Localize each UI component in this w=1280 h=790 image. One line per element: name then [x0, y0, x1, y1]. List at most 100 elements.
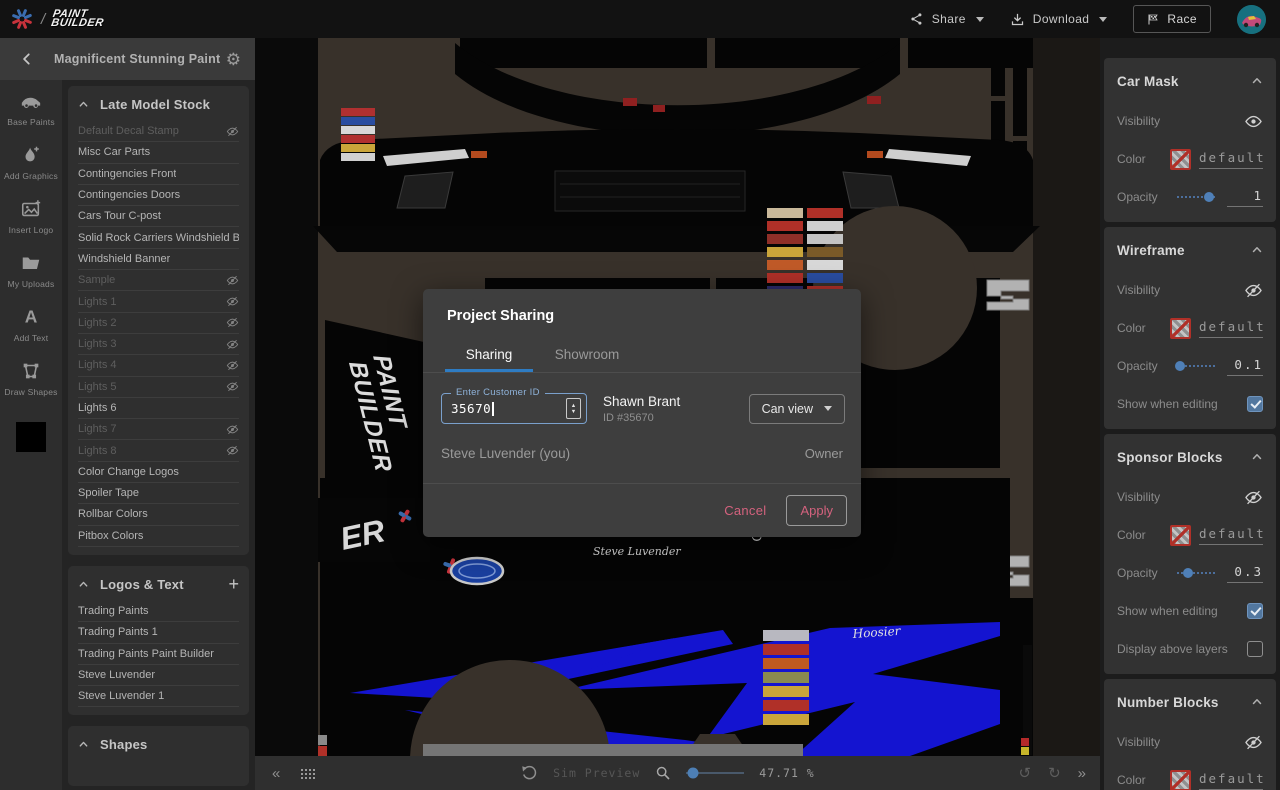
layer-item[interactable]: Lights 7: [78, 419, 239, 440]
opacity-slider-thumb[interactable]: [1183, 568, 1193, 578]
layer-item[interactable]: Lights 1: [78, 291, 239, 312]
layer-item[interactable]: Lights 5: [78, 377, 239, 398]
checkbox-checked[interactable]: [1247, 396, 1263, 412]
hidden-eye-icon[interactable]: [226, 423, 239, 436]
color-swatch[interactable]: [1170, 770, 1191, 790]
zoom-slider[interactable]: [686, 767, 744, 779]
layer-item[interactable]: Trading Paints 1: [78, 622, 239, 643]
layer-item[interactable]: Lights 8: [78, 440, 239, 461]
color-swatch[interactable]: [1170, 318, 1191, 339]
layer-item[interactable]: Cars Tour C-post: [78, 206, 239, 227]
hidden-eye-icon[interactable]: [1244, 488, 1263, 507]
add-layer-icon[interactable]: +: [228, 575, 239, 593]
zoom-magnifier-icon[interactable]: [655, 765, 671, 781]
layer-item[interactable]: Spoiler Tape: [78, 483, 239, 504]
customer-id-input[interactable]: Enter Customer ID 35670 ▲ ▼: [441, 393, 587, 424]
undo-icon[interactable]: ↺: [1019, 766, 1032, 781]
number-spinner[interactable]: ▲ ▼: [566, 398, 581, 419]
color-value[interactable]: default: [1199, 526, 1263, 545]
chevron-up-icon[interactable]: [1251, 696, 1263, 708]
spinner-down-icon[interactable]: ▼: [571, 409, 576, 415]
opacity-slider[interactable]: [1177, 191, 1215, 203]
redo-icon[interactable]: ↻: [1048, 766, 1061, 781]
section-header[interactable]: Late Model Stock: [78, 88, 239, 121]
rail-item-my-uploads[interactable]: My Uploads: [8, 252, 55, 289]
tab-sharing[interactable]: Sharing: [445, 338, 533, 372]
opacity-slider-thumb[interactable]: [1175, 361, 1185, 371]
hidden-eye-icon[interactable]: [226, 359, 239, 372]
chevron-up-icon[interactable]: [1251, 75, 1263, 87]
layer-item[interactable]: Lights 3: [78, 334, 239, 355]
current-color-swatch[interactable]: [16, 422, 46, 452]
layer-item[interactable]: Windshield Banner: [78, 249, 239, 270]
visible-eye-icon[interactable]: [1244, 112, 1263, 131]
opacity-value[interactable]: 0.1: [1227, 357, 1263, 376]
hidden-eye-icon[interactable]: [226, 316, 239, 329]
avatar[interactable]: [1237, 5, 1266, 34]
hidden-eye-icon[interactable]: [226, 125, 239, 138]
color-value[interactable]: default: [1199, 150, 1263, 169]
checkbox-unchecked[interactable]: [1247, 641, 1263, 657]
layer-item[interactable]: Lights 2: [78, 313, 239, 334]
section-header[interactable]: Shapes: [78, 728, 239, 761]
zoom-slider-thumb[interactable]: [688, 768, 699, 779]
hidden-eye-icon[interactable]: [226, 295, 239, 308]
layer-item[interactable]: Contingencies Front: [78, 164, 239, 185]
rail-item-insert-logo[interactable]: Insert Logo: [9, 198, 54, 235]
tab-showroom[interactable]: Showroom: [543, 338, 631, 372]
hidden-eye-icon[interactable]: [226, 444, 239, 457]
layer-item[interactable]: Contingencies Doors: [78, 185, 239, 206]
hidden-eye-icon[interactable]: [226, 338, 239, 351]
brand[interactable]: / PAINT BUILDER: [0, 7, 105, 31]
race-button[interactable]: Race: [1133, 5, 1211, 33]
opacity-slider[interactable]: [1177, 567, 1215, 579]
color-value[interactable]: default: [1199, 319, 1263, 338]
hidden-eye-icon[interactable]: [226, 274, 239, 287]
apply-button[interactable]: Apply: [786, 495, 847, 526]
sim-preview-label[interactable]: Sim Preview: [553, 766, 640, 780]
gear-icon[interactable]: ⚙: [226, 51, 241, 68]
color-swatch[interactable]: [1170, 149, 1191, 170]
layer-item[interactable]: Lights 4: [78, 355, 239, 376]
download-button[interactable]: Download: [1010, 12, 1108, 27]
layer-item[interactable]: Steve Luvender: [78, 665, 239, 686]
layer-item[interactable]: Color Change Logos: [78, 462, 239, 483]
permission-dropdown[interactable]: Can view: [749, 394, 845, 424]
layer-item[interactable]: Trading Paints: [78, 601, 239, 622]
opacity-value[interactable]: 1: [1227, 188, 1263, 207]
layer-item[interactable]: Trading Paints Paint Builder: [78, 644, 239, 665]
hidden-eye-icon[interactable]: [226, 380, 239, 393]
share-button[interactable]: Share: [910, 12, 984, 26]
section-header[interactable]: Logos & Text +: [78, 568, 239, 601]
layer-item-label: Lights 7: [78, 423, 117, 435]
collapse-right-panel-icon[interactable]: »: [1078, 766, 1086, 781]
layer-item[interactable]: Pitbox Colors: [78, 526, 239, 547]
color-value[interactable]: default: [1199, 771, 1263, 790]
collapse-left-panel-icon[interactable]: «: [272, 766, 280, 781]
layer-item[interactable]: Misc Car Parts: [78, 142, 239, 163]
layer-item[interactable]: Rollbar Colors: [78, 504, 239, 525]
rail-item-add-text[interactable]: A Add Text: [14, 306, 49, 343]
rail-item-base-paints[interactable]: Base Paints: [7, 90, 55, 127]
opacity-slider-thumb[interactable]: [1204, 192, 1214, 202]
layer-item[interactable]: Steve Luvender 1: [78, 686, 239, 707]
cancel-button[interactable]: Cancel: [724, 503, 766, 518]
checkbox-checked[interactable]: [1247, 603, 1263, 619]
hidden-eye-icon[interactable]: [1244, 733, 1263, 752]
layer-item[interactable]: Lights 6: [78, 398, 239, 419]
chevron-up-icon[interactable]: [1251, 244, 1263, 256]
color-swatch[interactable]: [1170, 525, 1191, 546]
back-chevron-icon[interactable]: [20, 52, 34, 66]
layer-item[interactable]: Sample: [78, 270, 239, 291]
reset-rotation-icon[interactable]: [520, 764, 538, 782]
grid-toggle-icon[interactable]: [300, 768, 316, 779]
opacity-slider[interactable]: [1177, 360, 1215, 372]
opacity-value[interactable]: 0.3: [1227, 564, 1263, 583]
chevron-up-icon[interactable]: [1251, 451, 1263, 463]
layer-item[interactable]: Default Decal Stamp: [78, 121, 239, 142]
layer-item[interactable]: Solid Rock Carriers Windshield Ban...: [78, 227, 239, 248]
rail-item-draw-shapes[interactable]: Draw Shapes: [4, 360, 57, 397]
property-label: Show when editing: [1117, 604, 1218, 618]
rail-item-add-graphics[interactable]: Add Graphics: [4, 144, 58, 181]
hidden-eye-icon[interactable]: [1244, 281, 1263, 300]
